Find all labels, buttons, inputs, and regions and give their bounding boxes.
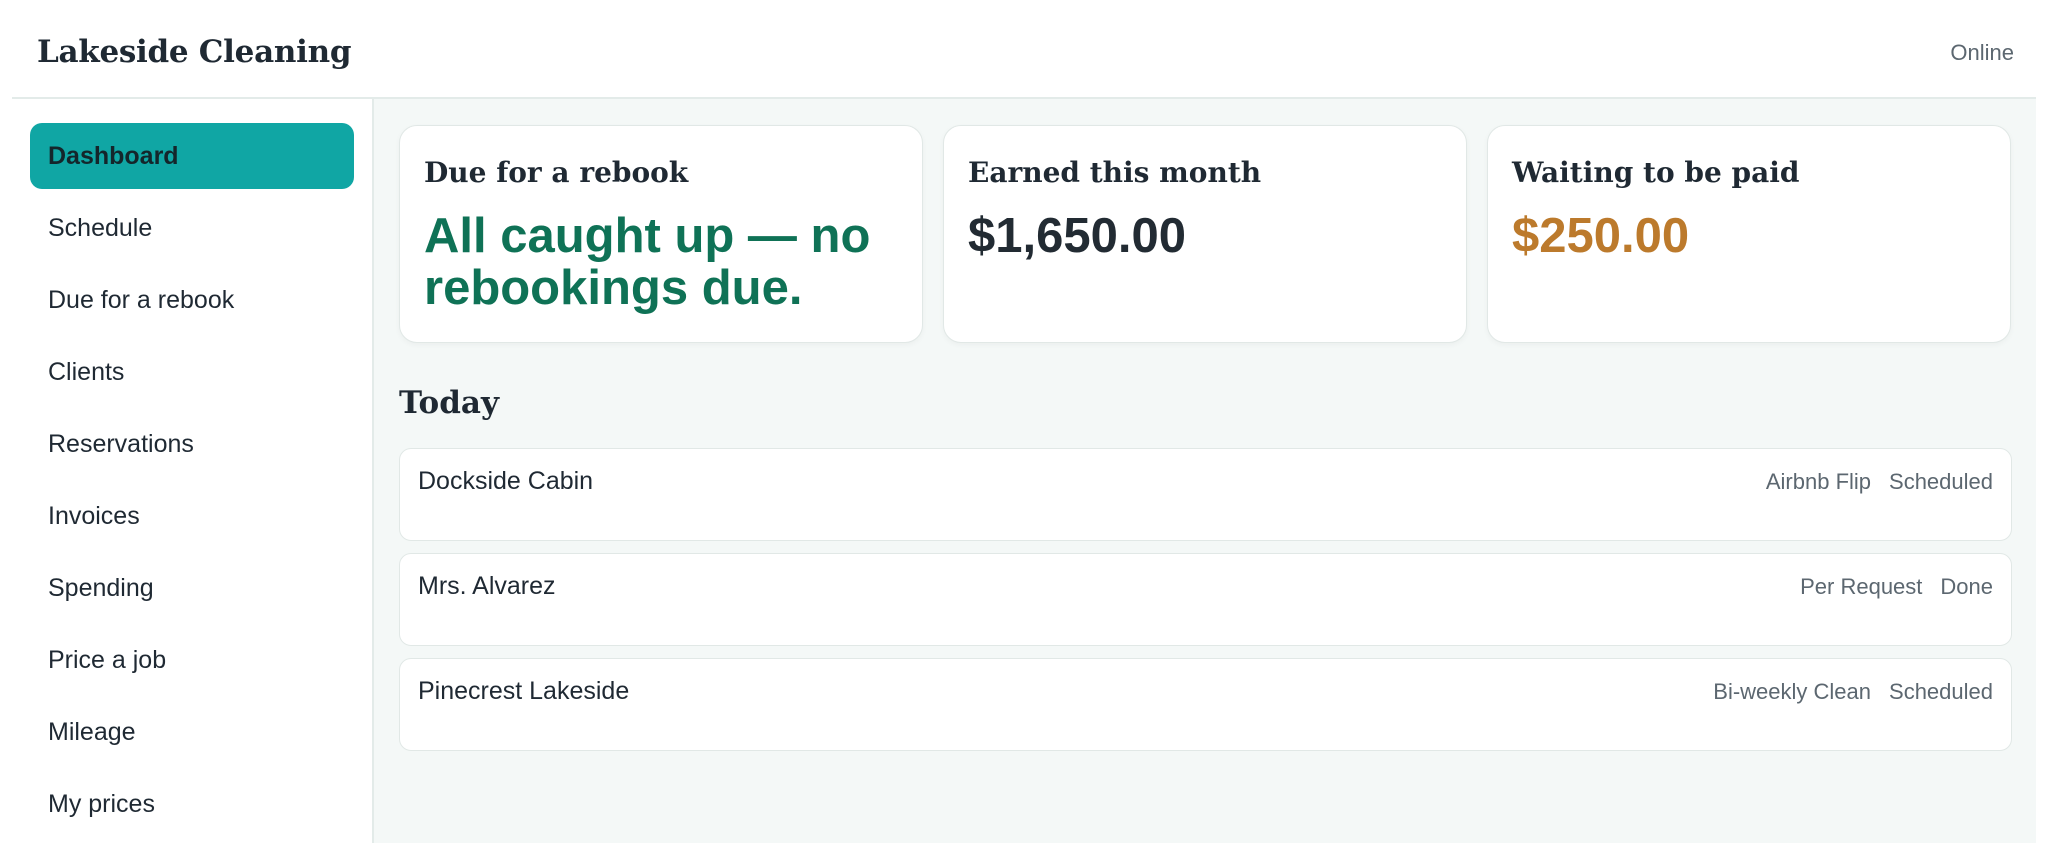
sidebar-item-invoices[interactable]: Invoices — [30, 483, 354, 549]
card-value: $1,650.00 — [968, 209, 1186, 263]
sidebar-item-schedule[interactable]: Schedule — [30, 195, 354, 261]
sidebar-item-price-a-job[interactable]: Price a job — [30, 627, 354, 693]
job-status: Done — [1940, 574, 1993, 599]
sidebar: Dashboard Schedule Due for a rebook Clie… — [12, 99, 374, 843]
job-client-name: Mrs. Alvarez — [418, 572, 556, 600]
sidebar-item-reservations[interactable]: Reservations — [30, 411, 354, 477]
list-item[interactable]: Pinecrest Lakeside Bi-weekly Clean Sched… — [399, 658, 2012, 751]
job-client-name: Dockside Cabin — [418, 467, 594, 495]
card-title: Due for a rebook — [424, 156, 689, 189]
job-type: Airbnb Flip — [1765, 469, 1872, 494]
brand-title: Lakeside Cleaning — [37, 34, 352, 70]
sidebar-item-mileage[interactable]: Mileage — [30, 699, 354, 765]
job-status: Scheduled — [1889, 679, 1993, 704]
list-item[interactable]: Mrs. Alvarez Per Request Done — [399, 553, 2012, 646]
sidebar-item-my-prices[interactable]: My prices — [30, 771, 354, 837]
sidebar-item-spending[interactable]: Spending — [30, 555, 354, 621]
job-type: Bi-weekly Clean — [1713, 679, 1872, 704]
job-type: Per Request — [1800, 574, 1923, 599]
sidebar-item-dashboard[interactable]: Dashboard — [30, 123, 354, 189]
card-due-for-rebook: Due for a rebook All caught up — no rebo… — [399, 125, 923, 343]
job-meta: Airbnb Flip Scheduled — [1766, 469, 1993, 495]
job-meta: Bi-weekly Clean Scheduled — [1713, 679, 1993, 705]
job-client-name: Pinecrest Lakeside — [418, 677, 630, 705]
card-value: $250.00 — [1512, 209, 1690, 263]
section-title-today: Today — [399, 385, 499, 421]
card-title: Earned this month — [968, 156, 1262, 189]
list-item[interactable]: Dockside Cabin Airbnb Flip Scheduled — [399, 448, 2012, 541]
app-shell: Lakeside Cleaning Online Dashboard Sched… — [12, 0, 2036, 843]
sidebar-item-clients[interactable]: Clients — [30, 339, 354, 405]
top-bar: Lakeside Cleaning Online — [12, 0, 2036, 99]
card-value: All caught up — no rebookings due. — [424, 209, 871, 315]
job-meta: Per Request Done — [1800, 574, 1993, 600]
card-earned-this-month: Earned this month $1,650.00 — [943, 125, 1467, 343]
connection-status: Online — [1950, 40, 2014, 65]
main-content: Due for a rebook All caught up — no rebo… — [374, 99, 2036, 843]
job-status: Scheduled — [1889, 469, 1993, 494]
card-waiting-to-be-paid: Waiting to be paid $250.00 — [1487, 125, 2011, 343]
sidebar-item-due-for-rebook[interactable]: Due for a rebook — [30, 267, 354, 333]
card-title: Waiting to be paid — [1512, 156, 1800, 189]
